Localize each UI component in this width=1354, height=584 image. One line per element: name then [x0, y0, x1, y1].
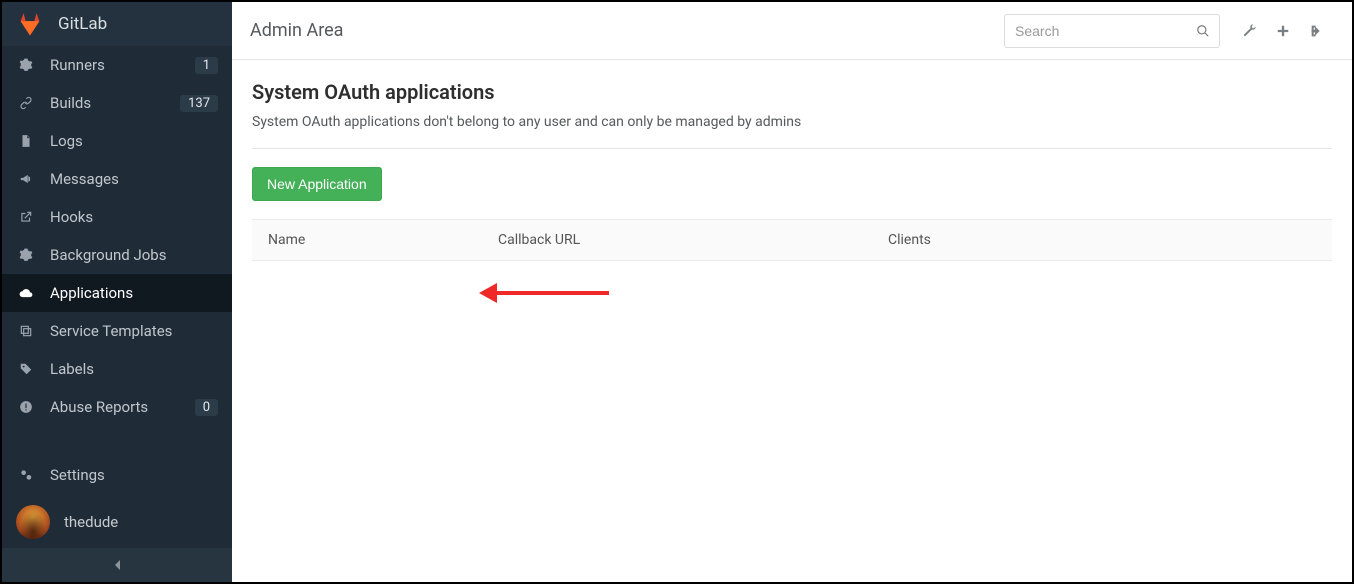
sidebar-item-labels[interactable]: Labels — [2, 350, 232, 388]
plus-icon — [1276, 24, 1290, 38]
avatar — [16, 505, 50, 539]
sidebar-item-abuse-reports[interactable]: Abuse Reports 0 — [2, 388, 232, 426]
gears-icon — [16, 465, 36, 485]
sidebar-item-badge: 0 — [195, 399, 218, 416]
sidebar-item-builds[interactable]: Builds 137 — [2, 84, 232, 122]
new-application-button[interactable]: New Application — [252, 167, 382, 201]
sidebar-item-badge: 1 — [195, 57, 218, 74]
annotation-arrow-left-icon — [479, 280, 609, 306]
sidebar-item-label: Background Jobs — [50, 246, 218, 264]
admin-tools-button[interactable] — [1232, 14, 1266, 48]
sidebar-item-label: Builds — [50, 94, 180, 112]
sidebar-nav: Runners 1 Builds 137 Logs Messa — [2, 46, 232, 496]
current-user[interactable]: thedude — [2, 496, 232, 548]
link-icon — [16, 93, 36, 113]
sidebar-item-runners[interactable]: Runners 1 — [2, 46, 232, 84]
sidebar-item-label: Labels — [50, 360, 218, 378]
divider — [252, 148, 1332, 149]
file-icon — [16, 131, 36, 151]
bullhorn-icon — [16, 169, 36, 189]
search-input[interactable] — [1015, 23, 1196, 39]
sign-out-button[interactable] — [1300, 14, 1334, 48]
sidebar-item-label: Service Templates — [50, 322, 218, 340]
sidebar-item-hooks[interactable]: Hooks — [2, 198, 232, 236]
sidebar-header[interactable]: GitLab — [2, 2, 232, 46]
table-header: Name Callback URL Clients — [252, 219, 1332, 261]
wrench-icon — [1241, 23, 1257, 39]
content: System OAuth applications System OAuth a… — [232, 60, 1352, 281]
sidebar-item-label: Logs — [50, 132, 218, 150]
tag-icon — [16, 359, 36, 379]
sidebar: GitLab Runners 1 Builds 137 — [2, 2, 232, 582]
sidebar-item-service-templates[interactable]: Service Templates — [2, 312, 232, 350]
sidebar-item-label: Hooks — [50, 208, 218, 226]
sidebar-item-settings[interactable]: Settings — [2, 456, 232, 494]
sign-out-icon — [1309, 23, 1325, 39]
table-col-callback: Callback URL — [498, 232, 888, 248]
gitlab-logo-icon — [16, 10, 44, 38]
sidebar-item-label: Messages — [50, 170, 218, 188]
sidebar-item-badge: 137 — [180, 95, 218, 112]
topbar: Admin Area — [232, 2, 1352, 60]
gear-icon — [16, 55, 36, 75]
main: Admin Area — [232, 2, 1352, 582]
username: thedude — [64, 513, 118, 531]
search-icon — [1196, 24, 1210, 38]
page-title: Admin Area — [250, 20, 1004, 41]
gear-icon — [16, 245, 36, 265]
sidebar-item-logs[interactable]: Logs — [2, 122, 232, 160]
new-button[interactable] — [1266, 14, 1300, 48]
copy-icon — [16, 321, 36, 341]
sidebar-item-label: Runners — [50, 56, 195, 74]
sidebar-item-label: Applications — [50, 284, 218, 302]
sidebar-item-messages[interactable]: Messages — [2, 160, 232, 198]
table-col-name: Name — [268, 232, 498, 248]
sidebar-item-label: Settings — [50, 466, 218, 484]
cloud-icon — [16, 283, 36, 303]
search-box[interactable] — [1004, 14, 1220, 48]
brand-name: GitLab — [58, 14, 107, 34]
chevron-left-icon — [113, 559, 121, 571]
sidebar-item-label: Abuse Reports — [50, 398, 195, 416]
section-description: System OAuth applications don't belong t… — [252, 114, 1332, 130]
section-heading: System OAuth applications — [252, 80, 1332, 104]
sidebar-collapse-button[interactable] — [2, 548, 232, 582]
exclamation-circle-icon — [16, 397, 36, 417]
sidebar-item-background-jobs[interactable]: Background Jobs — [2, 236, 232, 274]
table-col-clients: Clients — [888, 232, 1316, 248]
sidebar-item-applications[interactable]: Applications — [2, 274, 232, 312]
external-link-icon — [16, 207, 36, 227]
